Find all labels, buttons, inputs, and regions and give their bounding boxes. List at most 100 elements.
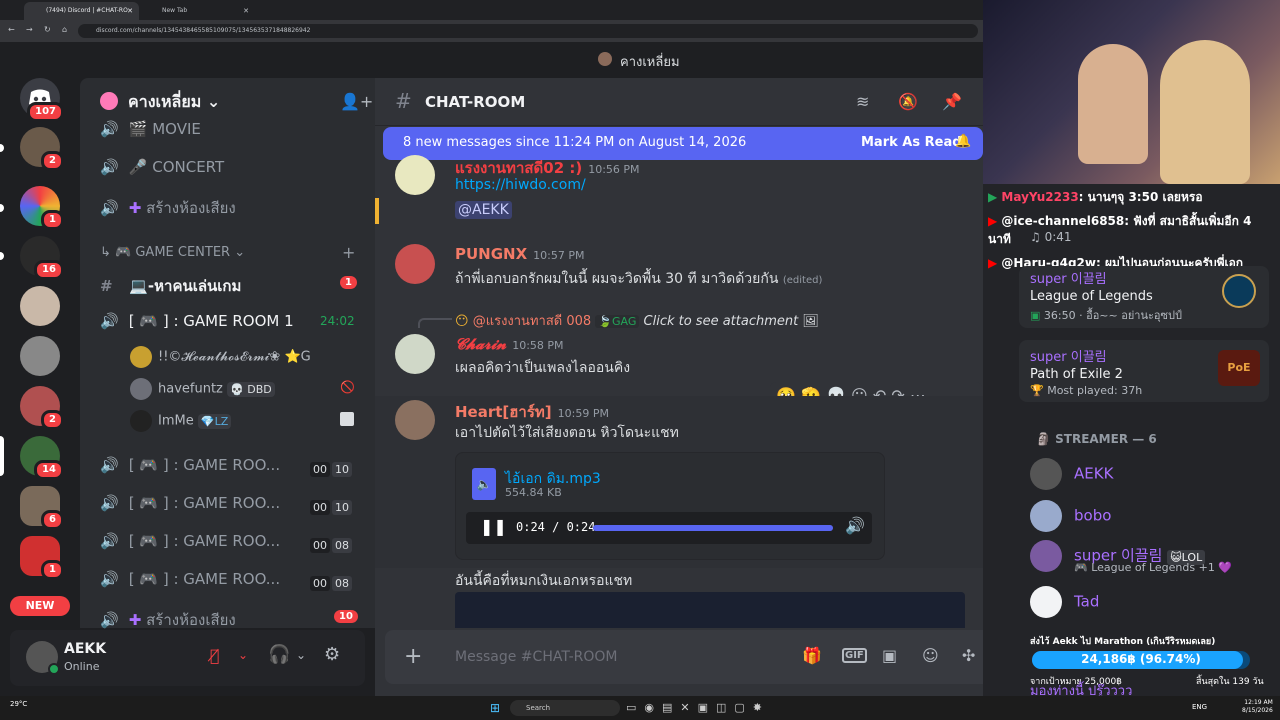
avatar[interactable] xyxy=(395,334,435,374)
channel-game-room[interactable]: 🔊 [ 🎮 ] : GAME ROO... xyxy=(100,456,280,474)
channel-game-room[interactable]: 🔊 [ 🎮 ] : GAME ROO... xyxy=(100,570,280,588)
gif-icon[interactable]: GIF xyxy=(842,648,867,663)
speaker-icon: 🔊 xyxy=(100,611,119,629)
channel-concert[interactable]: 🔊 🎤 CONCERT xyxy=(100,158,224,176)
muted-mic-icon: 🚫 xyxy=(340,380,355,394)
message-author[interactable]: PUNGNX 10:57 PM xyxy=(455,245,585,263)
gift-icon[interactable]: 🎁 xyxy=(802,646,822,665)
taskbar-search[interactable]: Search xyxy=(510,700,620,716)
audio-time: 0:24 / 0:24 xyxy=(516,520,596,534)
avatar[interactable] xyxy=(395,155,435,195)
pin-icon[interactable]: 📌 xyxy=(942,92,962,111)
mark-as-read-button[interactable]: Mark As Read xyxy=(861,135,962,150)
channel-game-room-1[interactable]: 🔊 [ 🎮 ] : GAME ROOM 1 xyxy=(100,312,294,330)
invite-people-icon[interactable]: 👤+ xyxy=(340,92,373,111)
notifications-off-icon[interactable]: 🔕 xyxy=(898,92,918,111)
reload-icon[interactable]: ↻ xyxy=(44,25,51,34)
voice-user[interactable]: havefuntz 💀 DBD xyxy=(130,378,275,400)
gear-icon[interactable]: ⚙ xyxy=(324,644,340,665)
category-game-center[interactable]: ↳ 🎮 GAME CENTER ⌄ xyxy=(100,245,245,260)
weather-widget[interactable]: 29°C xyxy=(10,700,27,708)
channel-create-voice[interactable]: 🔊 ✚ สร้างห้องเสียง xyxy=(100,196,236,220)
mic-muted-icon[interactable]: 🎙̸ xyxy=(210,646,220,665)
avatar xyxy=(130,346,152,368)
message-link[interactable]: https://hiwdo.com/ xyxy=(455,177,586,193)
browser-tab-discord[interactable]: (7494) Discord | #CHAT-RO ✕ xyxy=(24,2,139,20)
notification-badge: 107 xyxy=(27,102,64,122)
taskbar-apps[interactable]: ▭◉▤✕▣◫▢✸ xyxy=(626,701,770,714)
audio-filesize: 554.84 KB xyxy=(505,486,562,499)
donation-goal-title: ส่งไว้ Aekk ไป Marathon (เกินวีริรหมดเลย… xyxy=(1030,637,1216,647)
avatar[interactable] xyxy=(395,400,435,440)
home-icon[interactable]: ⌂ xyxy=(62,25,67,34)
server-icon[interactable]: 2 xyxy=(20,127,64,171)
back-icon[interactable]: ← xyxy=(8,25,15,34)
channel-game-room[interactable]: 🔊 [ 🎮 ] : GAME ROO... xyxy=(100,532,280,550)
close-icon[interactable]: ✕ xyxy=(243,2,249,20)
dm-home-icon[interactable]: 107 xyxy=(20,78,64,122)
avatar[interactable] xyxy=(395,244,435,284)
emoji-icon[interactable]: ☺ xyxy=(922,646,939,665)
server-icon[interactable]: 1 xyxy=(20,186,64,230)
avatar xyxy=(1030,540,1062,572)
add-channel-icon[interactable]: + xyxy=(342,243,355,262)
channel-game-room[interactable]: 🔊 [ 🎮 ] : GAME ROO... xyxy=(100,494,280,512)
message-input[interactable]: Message #CHAT-ROOM xyxy=(455,649,618,665)
mention-highlight-bar xyxy=(375,198,379,224)
channel-create-voice[interactable]: 🔊 ✚ สร้างห้องเสียง xyxy=(100,608,236,632)
message-author[interactable]: 𝓒𝓱𝓪𝓻𝓲𝓷 10:58 PM xyxy=(455,335,564,353)
member-item[interactable]: AEKK xyxy=(1030,458,1113,490)
forward-icon[interactable]: → xyxy=(26,25,33,34)
server-icon[interactable]: 14 xyxy=(20,436,64,480)
speaker-icon: 🔊 xyxy=(100,120,119,138)
taskbar-clock[interactable]: 12:19 AM 8/15/2026 xyxy=(1242,699,1273,715)
add-attachment-icon[interactable]: + xyxy=(404,644,422,669)
activity-user: super 이끌림 xyxy=(1030,350,1107,365)
channel-find-players[interactable]: # 💻-หาคนเล่นเกม xyxy=(100,274,241,298)
close-icon[interactable]: ✕ xyxy=(127,2,133,20)
apps-icon[interactable]: ✣ xyxy=(962,646,975,665)
windows-start-icon[interactable]: ⊞ xyxy=(490,701,500,715)
new-unreads-badge[interactable]: NEW xyxy=(10,596,70,616)
image-attachment[interactable] xyxy=(455,592,965,628)
threads-icon[interactable]: ≋ xyxy=(856,92,869,111)
chevron-down-icon[interactable]: ⌄ xyxy=(238,648,248,662)
user-count: 00 08 xyxy=(308,534,352,553)
notification-badge: 2 xyxy=(41,410,64,430)
volume-icon[interactable]: 🔊 xyxy=(845,516,865,535)
voice-timer: 24:02 xyxy=(320,314,355,328)
window-title-bar xyxy=(0,42,983,78)
voice-user[interactable]: ImMe 💎LZ xyxy=(130,410,232,432)
bell-icon: 🔔 xyxy=(955,134,972,149)
image-icon: 🖼 xyxy=(802,314,819,329)
new-messages-bar[interactable]: 8 new messages since 11:24 PM on August … xyxy=(383,127,983,160)
url-input[interactable]: discord.com/channels/1345438465585109075… xyxy=(78,24,978,38)
voice-user[interactable]: !!©𝓗𝓮𝓪𝓷𝓽𝓱𝓸𝓼𝓔𝓻𝓶𝓲❀ ⭐G xyxy=(130,346,311,368)
user-status: Online xyxy=(64,660,100,673)
member-item[interactable]: Tad xyxy=(1030,586,1099,618)
pause-icon[interactable]: ❚❚ xyxy=(480,517,507,536)
audio-progress-track[interactable] xyxy=(593,525,833,531)
member-item[interactable]: bobo xyxy=(1030,500,1111,532)
sticker-icon[interactable]: ▣ xyxy=(882,646,897,665)
browser-tab-new[interactable]: New Tab ✕ xyxy=(140,2,255,20)
notification-badge: 1 xyxy=(41,560,64,580)
user-count: 00 10 xyxy=(308,458,352,477)
server-icon[interactable]: 16 xyxy=(20,236,64,280)
chevron-down-icon[interactable]: ⌄ xyxy=(296,648,306,662)
streamer-figure-right xyxy=(1160,40,1250,184)
server-icon[interactable] xyxy=(20,336,60,376)
server-icon[interactable]: 2 xyxy=(20,386,64,430)
reply-preview[interactable]: 😶 @แรงงานทาสดี 008 🍃GAG Click to see att… xyxy=(455,310,819,331)
user-mention[interactable]: @AEKK xyxy=(455,201,512,219)
speaker-active-icon: 🔊 xyxy=(100,312,119,330)
server-icon[interactable] xyxy=(20,286,60,326)
guild-name[interactable]: คางเหลี่ยม ⌄ xyxy=(128,90,220,115)
message-author[interactable]: Heart[ฮาร์ท] 10:59 PM xyxy=(455,400,609,424)
headphones-icon[interactable]: 🎧 xyxy=(268,644,290,665)
server-icon[interactable]: 1 xyxy=(20,536,64,580)
server-icon[interactable]: 6 xyxy=(20,486,64,530)
channel-movie[interactable]: 🔊 🎬 MOVIE xyxy=(100,120,201,138)
language-indicator[interactable]: ENG xyxy=(1192,703,1207,711)
streamer-figure-left xyxy=(1078,44,1148,164)
